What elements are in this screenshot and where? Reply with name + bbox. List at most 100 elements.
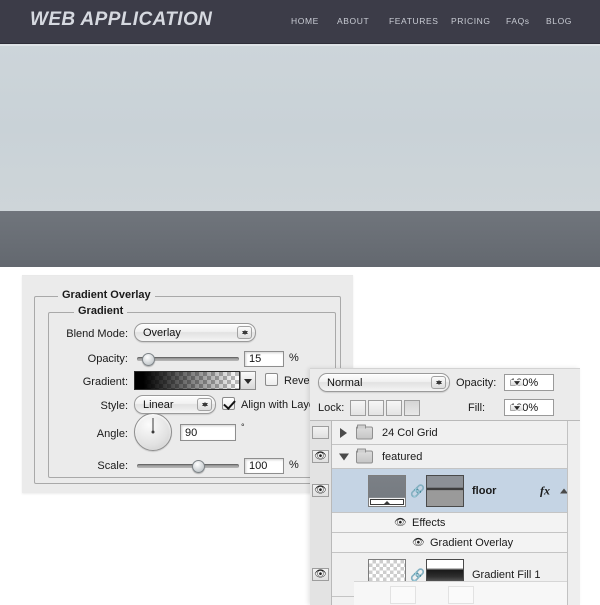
lock-position-icon[interactable] [386, 400, 402, 416]
blend-mode-select[interactable]: Overlay [134, 323, 256, 342]
layer-row-gradient-overlay-effect[interactable]: 👁 Gradient Overlay [332, 533, 580, 553]
visibility-toggle-24-col-grid[interactable]: 👁 [312, 426, 329, 439]
gradient-overlay-title: Gradient Overlay [58, 289, 155, 301]
scale-value: 100 [249, 460, 268, 472]
nav-link-blog[interactable]: BLOG [546, 16, 572, 26]
layers-opacity-input[interactable]: 100% [504, 374, 554, 391]
layers-blend-mode-value: Normal [327, 376, 363, 389]
eye-icon: 👁 [314, 450, 327, 462]
nav-link-about[interactable]: ABOUT [337, 16, 369, 26]
folder-icon [356, 424, 373, 439]
scale-unit: % [289, 459, 299, 471]
eye-icon: 👁 [314, 568, 327, 580]
fx-badge-icon[interactable]: fx [540, 483, 550, 498]
nav-link-home[interactable]: HOME [291, 16, 319, 26]
layer-rows-list: 24 Col Grid featured 🔗 floor fx 👁 Effect… [332, 421, 580, 605]
eye-icon[interactable]: 👁 [394, 517, 407, 528]
layer-visibility-column: 👁 👁 👁 👁 [310, 421, 332, 605]
visibility-toggle-gradient-fill-1[interactable]: 👁 [312, 568, 329, 581]
gradient-swatch[interactable] [134, 371, 240, 390]
folder-icon [356, 448, 373, 463]
chevron-updown-icon [237, 326, 252, 339]
nav-link-faqs[interactable]: FAQs [506, 16, 530, 26]
opacity-unit: % [289, 352, 299, 364]
lock-transparent-pixels-icon[interactable] [350, 400, 366, 416]
eye-icon: 👁 [314, 484, 327, 496]
angle-dial[interactable] [134, 413, 172, 451]
layer-name: featured [382, 450, 423, 463]
angle-hub [151, 430, 155, 434]
chevron-down-icon[interactable] [510, 404, 523, 411]
scale-slider-thumb[interactable] [192, 460, 205, 473]
layer-row-featured[interactable]: featured [332, 445, 580, 469]
style-select[interactable]: Linear [134, 395, 216, 414]
scale-input[interactable]: 100 [244, 458, 284, 474]
gradient-preset-dropdown-icon[interactable] [240, 371, 256, 390]
align-with-layer-checkbox[interactable] [222, 397, 235, 410]
site-hero-area [0, 44, 600, 211]
layer-mask-thumbnail-floor[interactable] [426, 474, 464, 507]
nav-link-features[interactable]: FEATURES [389, 16, 439, 26]
layer-name: Gradient Fill 1 [472, 568, 541, 581]
site-navbar: WEB APPLICATION HOME ABOUT FEATURES PRIC… [0, 0, 600, 44]
site-logo[interactable]: WEB APPLICATION [30, 9, 212, 31]
layers-fill-input[interactable]: 100% [504, 399, 554, 416]
lock-all-icon[interactable] [404, 400, 420, 416]
screenshot-root: WEB APPLICATION HOME ABOUT FEATURES PRIC… [0, 0, 600, 605]
gradient-overlay-dialog: Gradient Overlay Gradient Blend Mode: Ov… [22, 275, 353, 493]
layers-bottom-partial-row [354, 581, 580, 605]
site-nav-menu: HOME ABOUT FEATURES PRICING FAQs BLOG [280, 16, 600, 30]
angle-unit: ° [241, 422, 245, 432]
scale-label: Scale: [97, 460, 128, 472]
layers-blend-mode-select[interactable]: Normal [318, 373, 450, 392]
angle-input[interactable]: 90 [180, 424, 236, 441]
style-value: Linear [143, 398, 174, 411]
gradient-group-title: Gradient [74, 305, 128, 317]
ghost-thumbnail [448, 586, 474, 604]
gradient-label: Gradient: [82, 376, 128, 388]
style-label: Style: [100, 400, 128, 412]
opacity-value: 15 [249, 353, 262, 365]
link-mask-icon[interactable]: 🔗 [410, 568, 425, 582]
opacity-input[interactable]: 15 [244, 351, 284, 367]
layer-name: Effects [412, 516, 446, 529]
site-floor-band [0, 211, 600, 267]
chevron-updown-icon [197, 398, 212, 411]
layers-scrollbar[interactable] [567, 421, 580, 605]
lock-image-pixels-icon[interactable] [368, 400, 384, 416]
angle-label: Angle: [96, 428, 128, 440]
scale-slider-track[interactable] [137, 464, 239, 468]
disclosure-down-icon[interactable] [339, 453, 349, 460]
blend-mode-label: Blend Mode: [66, 328, 128, 340]
chevron-down-icon[interactable] [510, 379, 523, 386]
thumbnail-gradient-strip [370, 498, 404, 505]
opacity-slider-thumb[interactable] [142, 353, 155, 366]
lock-label: Lock: [318, 402, 345, 414]
visibility-toggle-floor[interactable]: 👁 [312, 484, 329, 497]
layers-panel: Normal Opacity: 100% Lock: Fill: 100% 👁 … [310, 368, 580, 605]
fill-label: Fill: [468, 402, 486, 414]
layer-row-effects[interactable]: 👁 Effects [332, 513, 580, 533]
layer-thumbnail-floor[interactable] [368, 474, 406, 507]
layer-name: 24 Col Grid [382, 426, 438, 439]
ghost-thumbnail [390, 586, 416, 604]
visibility-toggle-featured[interactable]: 👁 [312, 450, 329, 463]
disclosure-right-icon[interactable] [340, 427, 347, 438]
layer-name: floor [472, 484, 497, 497]
layer-row-floor[interactable]: 🔗 floor fx [332, 469, 580, 513]
opacity-label: Opacity: [87, 353, 128, 365]
layers-opacity-label: Opacity: [456, 377, 497, 389]
blend-mode-value: Overlay [143, 326, 181, 339]
angle-value: 90 [185, 426, 198, 439]
layers-blend-bar: Normal Opacity: 100% [310, 369, 580, 397]
eye-icon[interactable]: 👁 [412, 537, 425, 548]
hero-top-highlight [0, 44, 600, 46]
layer-row-24-col-grid[interactable]: 24 Col Grid [332, 421, 580, 445]
nav-link-pricing[interactable]: PRICING [451, 16, 491, 26]
link-mask-icon[interactable]: 🔗 [410, 484, 425, 498]
chevron-updown-icon [431, 376, 446, 389]
reverse-checkbox[interactable] [265, 373, 278, 386]
layers-lock-bar: Lock: Fill: 100% [310, 397, 580, 421]
align-with-layer-label: Align with Layer [241, 399, 319, 411]
layer-name: Gradient Overlay [430, 536, 514, 549]
